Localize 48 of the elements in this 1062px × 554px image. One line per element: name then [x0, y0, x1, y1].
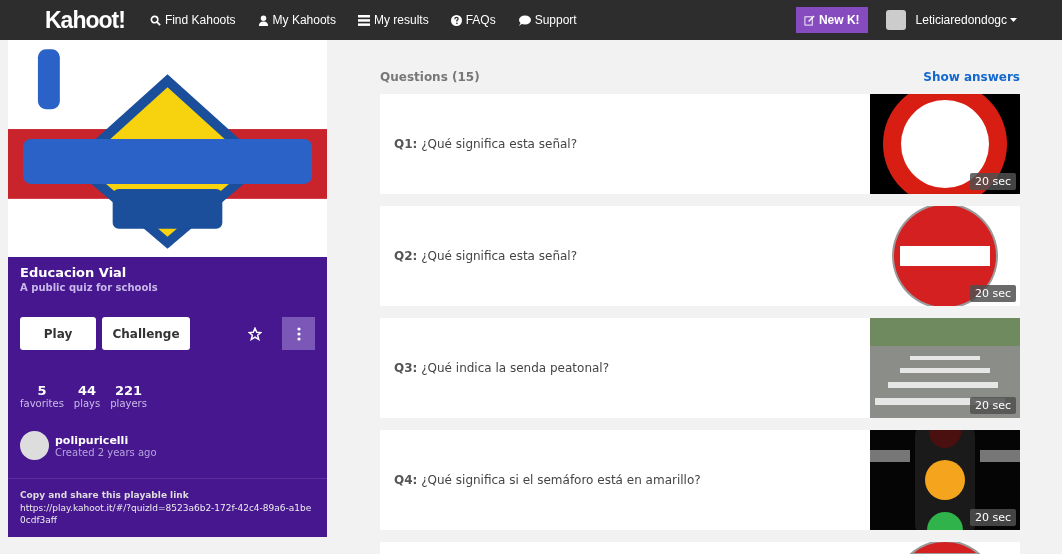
nav-link[interactable]: My Kahoots	[257, 13, 336, 27]
play-button[interactable]: Play	[20, 317, 96, 350]
author-avatar	[20, 431, 49, 461]
question-card[interactable]: Q2: ¿Qué significa esta señal? 20 sec	[380, 206, 1020, 306]
user-menu[interactable]: Leticiaredondogc	[915, 13, 1017, 27]
time-badge: 20 sec	[969, 285, 1016, 302]
created-date: Created 2 years ago	[55, 446, 157, 458]
question-text: Q3: ¿Qué indica la senda peatonal?	[394, 361, 610, 375]
nav-link[interactable]: Support	[517, 13, 577, 27]
question-text: Q1: ¿Qué significa esta señal?	[394, 137, 578, 151]
stat-value: 221	[114, 384, 144, 399]
time-badge: 20 sec	[969, 173, 1016, 190]
question-card[interactable]: Q3: ¿Qué indica la senda peatonal? 20 sec	[380, 318, 1020, 418]
nav-link[interactable]: Find Kahoots	[149, 13, 236, 27]
nav-link[interactable]: My results	[357, 13, 429, 27]
share-link[interactable]: https://play.kahoot.it/#/?quizId=8523a6b2-172f-42c4-89a6-a1be0cdf3aff	[20, 501, 315, 528]
speech-bubble-icon	[517, 14, 531, 26]
questions-heading: Questions (15)	[380, 70, 480, 84]
share-heading: Copy and share this playable link	[20, 489, 190, 502]
road-sign-drawing	[910, 542, 980, 554]
nav-link[interactable]: FAQs	[450, 13, 496, 27]
new-kahoot-button[interactable]: New K!	[795, 7, 868, 33]
question-card[interactable]: Q1: ¿Qué significa esta señal? 20 sec	[380, 94, 1020, 194]
quiz-title: Educacion Vial	[20, 265, 128, 280]
vertical-dots-icon	[296, 326, 301, 341]
stat-value: 44	[77, 384, 98, 399]
author-name[interactable]: polipuricelli	[55, 433, 157, 447]
kahoot-logo[interactable]: Kahoot!	[45, 6, 125, 34]
pencil-icon	[803, 14, 815, 26]
stat-value: 5	[36, 384, 48, 399]
star-icon[interactable]	[248, 326, 262, 341]
user-icon	[257, 14, 269, 26]
challenge-button[interactable]: Challenge	[102, 317, 190, 350]
stat-label: favorites	[20, 398, 64, 410]
stat-label: players	[110, 398, 147, 410]
time-badge: 20 sec	[969, 397, 1016, 414]
search-icon	[149, 14, 161, 26]
list-icon	[357, 14, 370, 26]
quiz-subtitle: A public quiz for schools	[20, 282, 159, 293]
caret-icon	[1010, 18, 1017, 22]
show-answers-link[interactable]: Show answers	[923, 70, 1020, 84]
question-card[interactable]: Q4: ¿Qué significa si el semáforo está en amarillo? 20 sec	[380, 430, 1020, 530]
stat-label: plays	[73, 398, 101, 410]
question-text: Q4: ¿Qué significa si el semáforo está en amarillo?	[394, 473, 701, 487]
user-avatar[interactable]	[885, 10, 906, 30]
question-text: Q2: ¿Qué significa esta señal?	[394, 249, 578, 263]
time-badge: 20 sec	[969, 509, 1016, 526]
help-icon	[450, 14, 462, 26]
